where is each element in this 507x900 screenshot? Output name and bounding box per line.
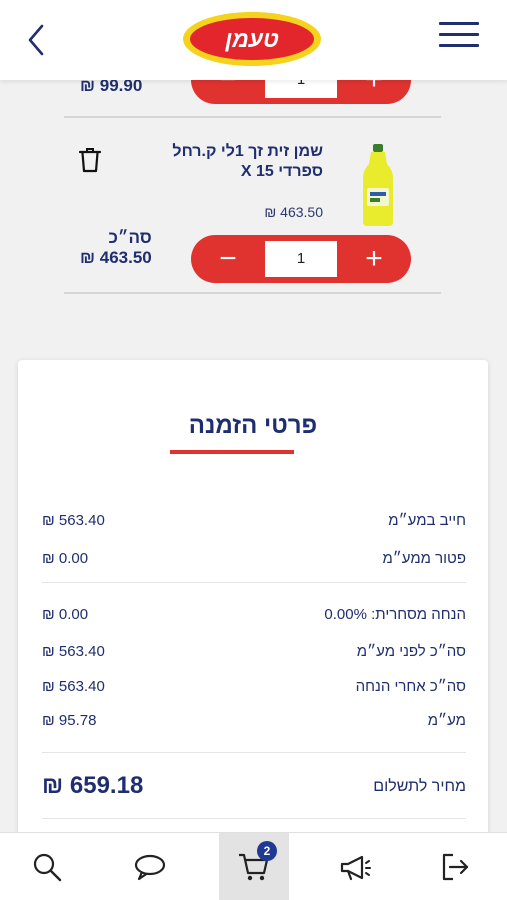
- summary-row: סה״כ אחרי הנחה ₪ 563.40: [42, 678, 466, 702]
- delete-item-button[interactable]: [78, 146, 102, 174]
- chevron-left-icon: [28, 24, 44, 56]
- decrease-quantity-button[interactable]: −: [199, 80, 257, 98]
- menu-line: [439, 44, 479, 47]
- summary-row: הנחה מסחרית: 0.00% ₪ 0.00: [42, 606, 466, 630]
- nav-chat[interactable]: [115, 833, 185, 900]
- divider: [42, 818, 466, 819]
- quantity-stepper[interactable]: − 1 +: [191, 80, 411, 104]
- final-price-row: מחיר לתשלום ₪ 659.18: [42, 772, 466, 804]
- chat-bubble-icon: [134, 854, 166, 881]
- summary-row-label: מע״מ: [427, 712, 466, 729]
- quantity-field[interactable]: 1: [265, 80, 337, 98]
- menu-line: [439, 22, 479, 25]
- brand-logo[interactable]: טעמן: [183, 12, 321, 66]
- cart-item: שמן זית זך 1לי ק.רחל ספרדי X 15 ₪ 463.50…: [64, 118, 441, 294]
- hamburger-menu-button[interactable]: [439, 22, 479, 52]
- summary-row-label: פטור ממע״מ: [382, 550, 466, 567]
- summary-row: פטור ממע״מ ₪ 0.00: [42, 550, 466, 574]
- divider: [42, 582, 466, 583]
- summary-row: חייב במע״מ ₪ 563.40: [42, 512, 466, 536]
- summary-row-value: ₪ 0.00: [42, 550, 89, 567]
- quantity-stepper[interactable]: − 1 +: [191, 235, 411, 283]
- quantity-field[interactable]: 1: [265, 241, 337, 277]
- final-price-value: ₪ 659.18: [42, 772, 144, 799]
- summary-row-label: סה״כ אחרי הנחה: [355, 678, 466, 695]
- summary-row-label: חייב במע״מ: [388, 512, 466, 529]
- trash-icon: [78, 148, 102, 173]
- divider: [42, 752, 466, 753]
- nav-cart[interactable]: 2: [219, 833, 289, 900]
- bottom-navigation: 2: [0, 832, 507, 900]
- summary-row: סה״כ לפני מע״מ ₪ 563.40: [42, 643, 466, 667]
- order-summary-title: פרטי הזמנה: [188, 412, 318, 439]
- summary-row-label: הנחה מסחרית: 0.00%: [324, 606, 466, 623]
- increase-quantity-button[interactable]: +: [345, 80, 403, 98]
- megaphone-icon: [340, 855, 371, 881]
- nav-promotions[interactable]: [320, 833, 390, 900]
- order-summary-card: פרטי הזמנה חייב במע״מ ₪ 563.40 פטור ממע״…: [18, 360, 488, 832]
- product-unit-price: ₪ 463.50: [264, 204, 323, 220]
- nav-logout[interactable]: [420, 833, 490, 900]
- item-total-value: ₪ 99.90: [80, 80, 143, 95]
- product-image[interactable]: [361, 144, 395, 226]
- summary-row: מע״מ ₪ 95.78: [42, 712, 466, 736]
- summary-row-value: ₪ 0.00: [42, 606, 89, 623]
- cart-content: ₪ 99.90 − 1 + שמן זית זך 1לי ק.רחל ספרדי…: [0, 80, 507, 832]
- increase-quantity-button[interactable]: +: [345, 241, 403, 277]
- nav-search[interactable]: [12, 833, 82, 900]
- summary-row-value: ₪ 95.78: [42, 712, 97, 729]
- summary-row-value: ₪ 563.40: [42, 643, 105, 660]
- logout-icon: [442, 853, 469, 881]
- summary-row-value: ₪ 563.40: [42, 512, 105, 529]
- summary-row-value: ₪ 563.40: [42, 678, 105, 695]
- decrease-quantity-button[interactable]: −: [199, 241, 257, 277]
- app-header: טעמן: [0, 0, 507, 80]
- summary-row-label: סה״כ לפני מע״מ: [356, 643, 466, 660]
- item-total: ₪ 99.90: [80, 80, 142, 96]
- back-button[interactable]: [22, 20, 52, 60]
- title-underline: [170, 450, 294, 454]
- item-total-label: סה״כ: [108, 228, 152, 247]
- search-icon: [33, 853, 62, 882]
- cart-count-badge: 2: [257, 841, 277, 861]
- product-name[interactable]: שמן זית זך 1לי ק.רחל ספרדי X 15: [133, 142, 323, 182]
- cart-item: ₪ 99.90 − 1 +: [64, 80, 441, 118]
- item-total-value: ₪ 463.50: [80, 248, 152, 267]
- item-total: סה״כ ₪ 463.50: [80, 228, 152, 268]
- final-price-label: מחיר לתשלום: [373, 778, 466, 795]
- brand-logo-text: טעמן: [190, 18, 314, 60]
- menu-line: [439, 33, 479, 36]
